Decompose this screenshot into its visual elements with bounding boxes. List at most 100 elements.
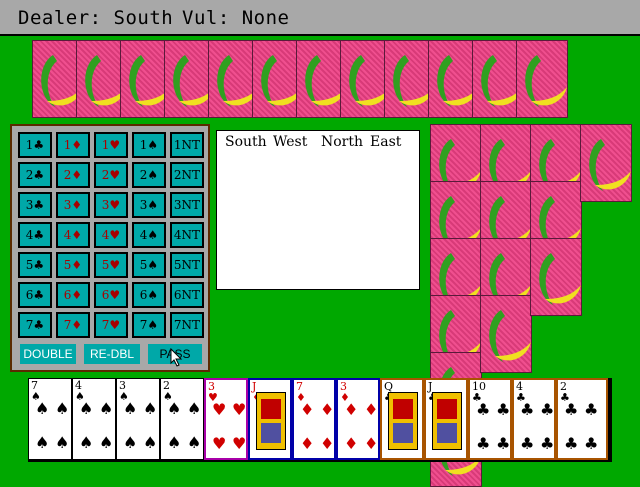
bid-button[interactable]: 7♥ [94, 312, 128, 338]
bid-button[interactable]: 6♦ [56, 282, 90, 308]
card-pip-icon: ♦ [300, 434, 315, 453]
south-card[interactable]: 2 ♣ ♣ ♣ ♣ ♣ [556, 378, 608, 460]
card-pip-icon: ♦ [344, 400, 359, 419]
bid-button[interactable]: 7♦ [56, 312, 90, 338]
bid-button[interactable]: 1♥ [94, 132, 128, 158]
south-card[interactable]: J♣ [424, 378, 468, 460]
bid-button[interactable]: 3♣ [18, 192, 52, 218]
bid-button[interactable]: 6♠ [132, 282, 166, 308]
redouble-button[interactable]: RE-DBL [82, 342, 142, 366]
card-pip-icon: ♠ [79, 433, 94, 452]
card-pip-icon: ♠ [99, 399, 114, 418]
bid-button[interactable]: 4♠ [132, 222, 166, 248]
bid-button[interactable]: 1NT [170, 132, 204, 158]
card-pip-icon: ♠ [187, 433, 202, 452]
south-card[interactable]: 7 ♦ ♦ ♦ ♦ ♦ [292, 378, 336, 460]
card-pip-icon: ♠ [167, 399, 182, 418]
auction-col-west: West [273, 134, 308, 150]
south-card[interactable]: 3 ♦ ♦ ♦ ♦ ♦ [336, 378, 380, 460]
south-card[interactable]: Q♣ [380, 378, 424, 460]
bid-button[interactable]: 5NT [170, 252, 204, 278]
bid-button[interactable]: 4NT [170, 222, 204, 248]
card-pip-icon: ♣ [540, 434, 555, 453]
card-pip-icon: ♣ [540, 400, 555, 419]
south-card[interactable]: 4 ♣ ♣ ♣ ♣ ♣ [512, 378, 556, 460]
bid-button[interactable]: 5♣ [18, 252, 52, 278]
card-pip-icon: ♦ [300, 400, 315, 419]
bid-button[interactable]: 3♠ [132, 192, 166, 218]
east-card-back [480, 295, 532, 373]
card-pip-icon: ♣ [584, 434, 599, 453]
card-pip-icon: ♦ [320, 400, 335, 419]
card-pip-icon: ♦ [364, 434, 379, 453]
card-pip-icon: ♠ [99, 433, 114, 452]
north-card-back [516, 40, 568, 118]
bid-button[interactable]: 2♦ [56, 162, 90, 188]
card-pip-icon: ♦ [320, 434, 335, 453]
card-pip-icon: ♦ [344, 434, 359, 453]
card-pip-icon: ♦ [364, 400, 379, 419]
south-card[interactable]: 10 ♣ ♣ ♣ ♣ ♣ [468, 378, 512, 460]
auction-col-east: East [370, 134, 402, 150]
bid-button[interactable]: 7NT [170, 312, 204, 338]
card-pip-icon: ♣ [564, 434, 579, 453]
bid-button[interactable]: 4♥ [94, 222, 128, 248]
card-pip-icon: ♠ [55, 433, 70, 452]
mouse-cursor-icon [170, 348, 183, 367]
south-card[interactable]: J♦ [248, 378, 292, 460]
card-pip-icon: ♥ [232, 434, 247, 453]
bid-button[interactable]: 2♣ [18, 162, 52, 188]
card-pip-icon: ♥ [212, 434, 227, 453]
bid-button[interactable]: 3♦ [56, 192, 90, 218]
bid-button[interactable]: 2♠ [132, 162, 166, 188]
south-card[interactable]: 2 ♠ ♠ ♠ ♠ ♠ [160, 378, 204, 460]
card-pip-icon: ♠ [79, 399, 94, 418]
bid-button[interactable]: 6NT [170, 282, 204, 308]
south-card[interactable]: 3 ♥ ♥ ♥ ♥ ♥ [204, 378, 248, 460]
card-pip-icon: ♥ [212, 400, 227, 419]
bid-button[interactable]: 5♠ [132, 252, 166, 278]
east-card-back [530, 238, 582, 316]
bidding-box: 1♣ 1♦ 1♥ 1♠ 1NT 2♣ 2♦ 2♥ 2♠ 2NT 3♣ 3♦ 3♥ 3♠ 3NT 4♣ 4♦ 4♥ 4… [10, 124, 210, 372]
vulnerability-label: Vul: None [182, 7, 290, 29]
bid-button[interactable]: 3NT [170, 192, 204, 218]
card-pip-icon: ♠ [143, 399, 158, 418]
card-pip-icon: ♠ [123, 433, 138, 452]
card-pip-icon: ♣ [496, 400, 511, 419]
bid-button[interactable]: 6♣ [18, 282, 52, 308]
bid-button[interactable]: 5♥ [94, 252, 128, 278]
card-pip-icon: ♠ [143, 433, 158, 452]
bid-button[interactable]: 4♣ [18, 222, 52, 248]
bid-button[interactable]: 6♥ [94, 282, 128, 308]
bid-button[interactable]: 7♣ [18, 312, 52, 338]
card-pip-icon: ♥ [232, 400, 247, 419]
bid-button[interactable]: 5♦ [56, 252, 90, 278]
card-pip-icon: ♠ [35, 433, 50, 452]
card-pip-icon: ♠ [55, 399, 70, 418]
card-pip-icon: ♣ [496, 434, 511, 453]
card-pip-icon: ♣ [520, 400, 535, 419]
bid-button[interactable]: 4♦ [56, 222, 90, 248]
bid-button[interactable]: 2♥ [94, 162, 128, 188]
south-card[interactable]: 4 ♠ ♠ ♠ ♠ ♠ [72, 378, 116, 460]
south-card[interactable]: 7 ♠ ♠ ♠ ♠ ♠ [28, 378, 72, 460]
auction-history: South West North East [216, 130, 420, 290]
card-pip-icon: ♠ [167, 433, 182, 452]
bid-button[interactable]: 7♠ [132, 312, 166, 338]
south-hand: 7♠♠♠♠♠4♠♠♠♠♠3♠♠♠♠♠2♠♠♠♠♠3♥♥♥♥♥J♦7♦♦♦♦♦3♦… [28, 378, 612, 462]
card-pip-icon: ♣ [584, 400, 599, 419]
card-pip-icon: ♠ [35, 399, 50, 418]
card-pip-icon: ♣ [476, 434, 491, 453]
bid-button[interactable]: 2NT [170, 162, 204, 188]
card-pip-icon: ♠ [187, 399, 202, 418]
bid-button[interactable]: 3♥ [94, 192, 128, 218]
bid-button[interactable]: 1♣ [18, 132, 52, 158]
card-pip-icon: ♣ [476, 400, 491, 419]
south-card[interactable]: 3 ♠ ♠ ♠ ♠ ♠ [116, 378, 160, 460]
east-card-back [580, 124, 632, 202]
bid-button[interactable]: 1♦ [56, 132, 90, 158]
face-card-art [388, 392, 418, 450]
double-button[interactable]: DOUBLE [18, 342, 78, 366]
card-pip-icon: ♣ [520, 434, 535, 453]
bid-button[interactable]: 1♠ [132, 132, 166, 158]
